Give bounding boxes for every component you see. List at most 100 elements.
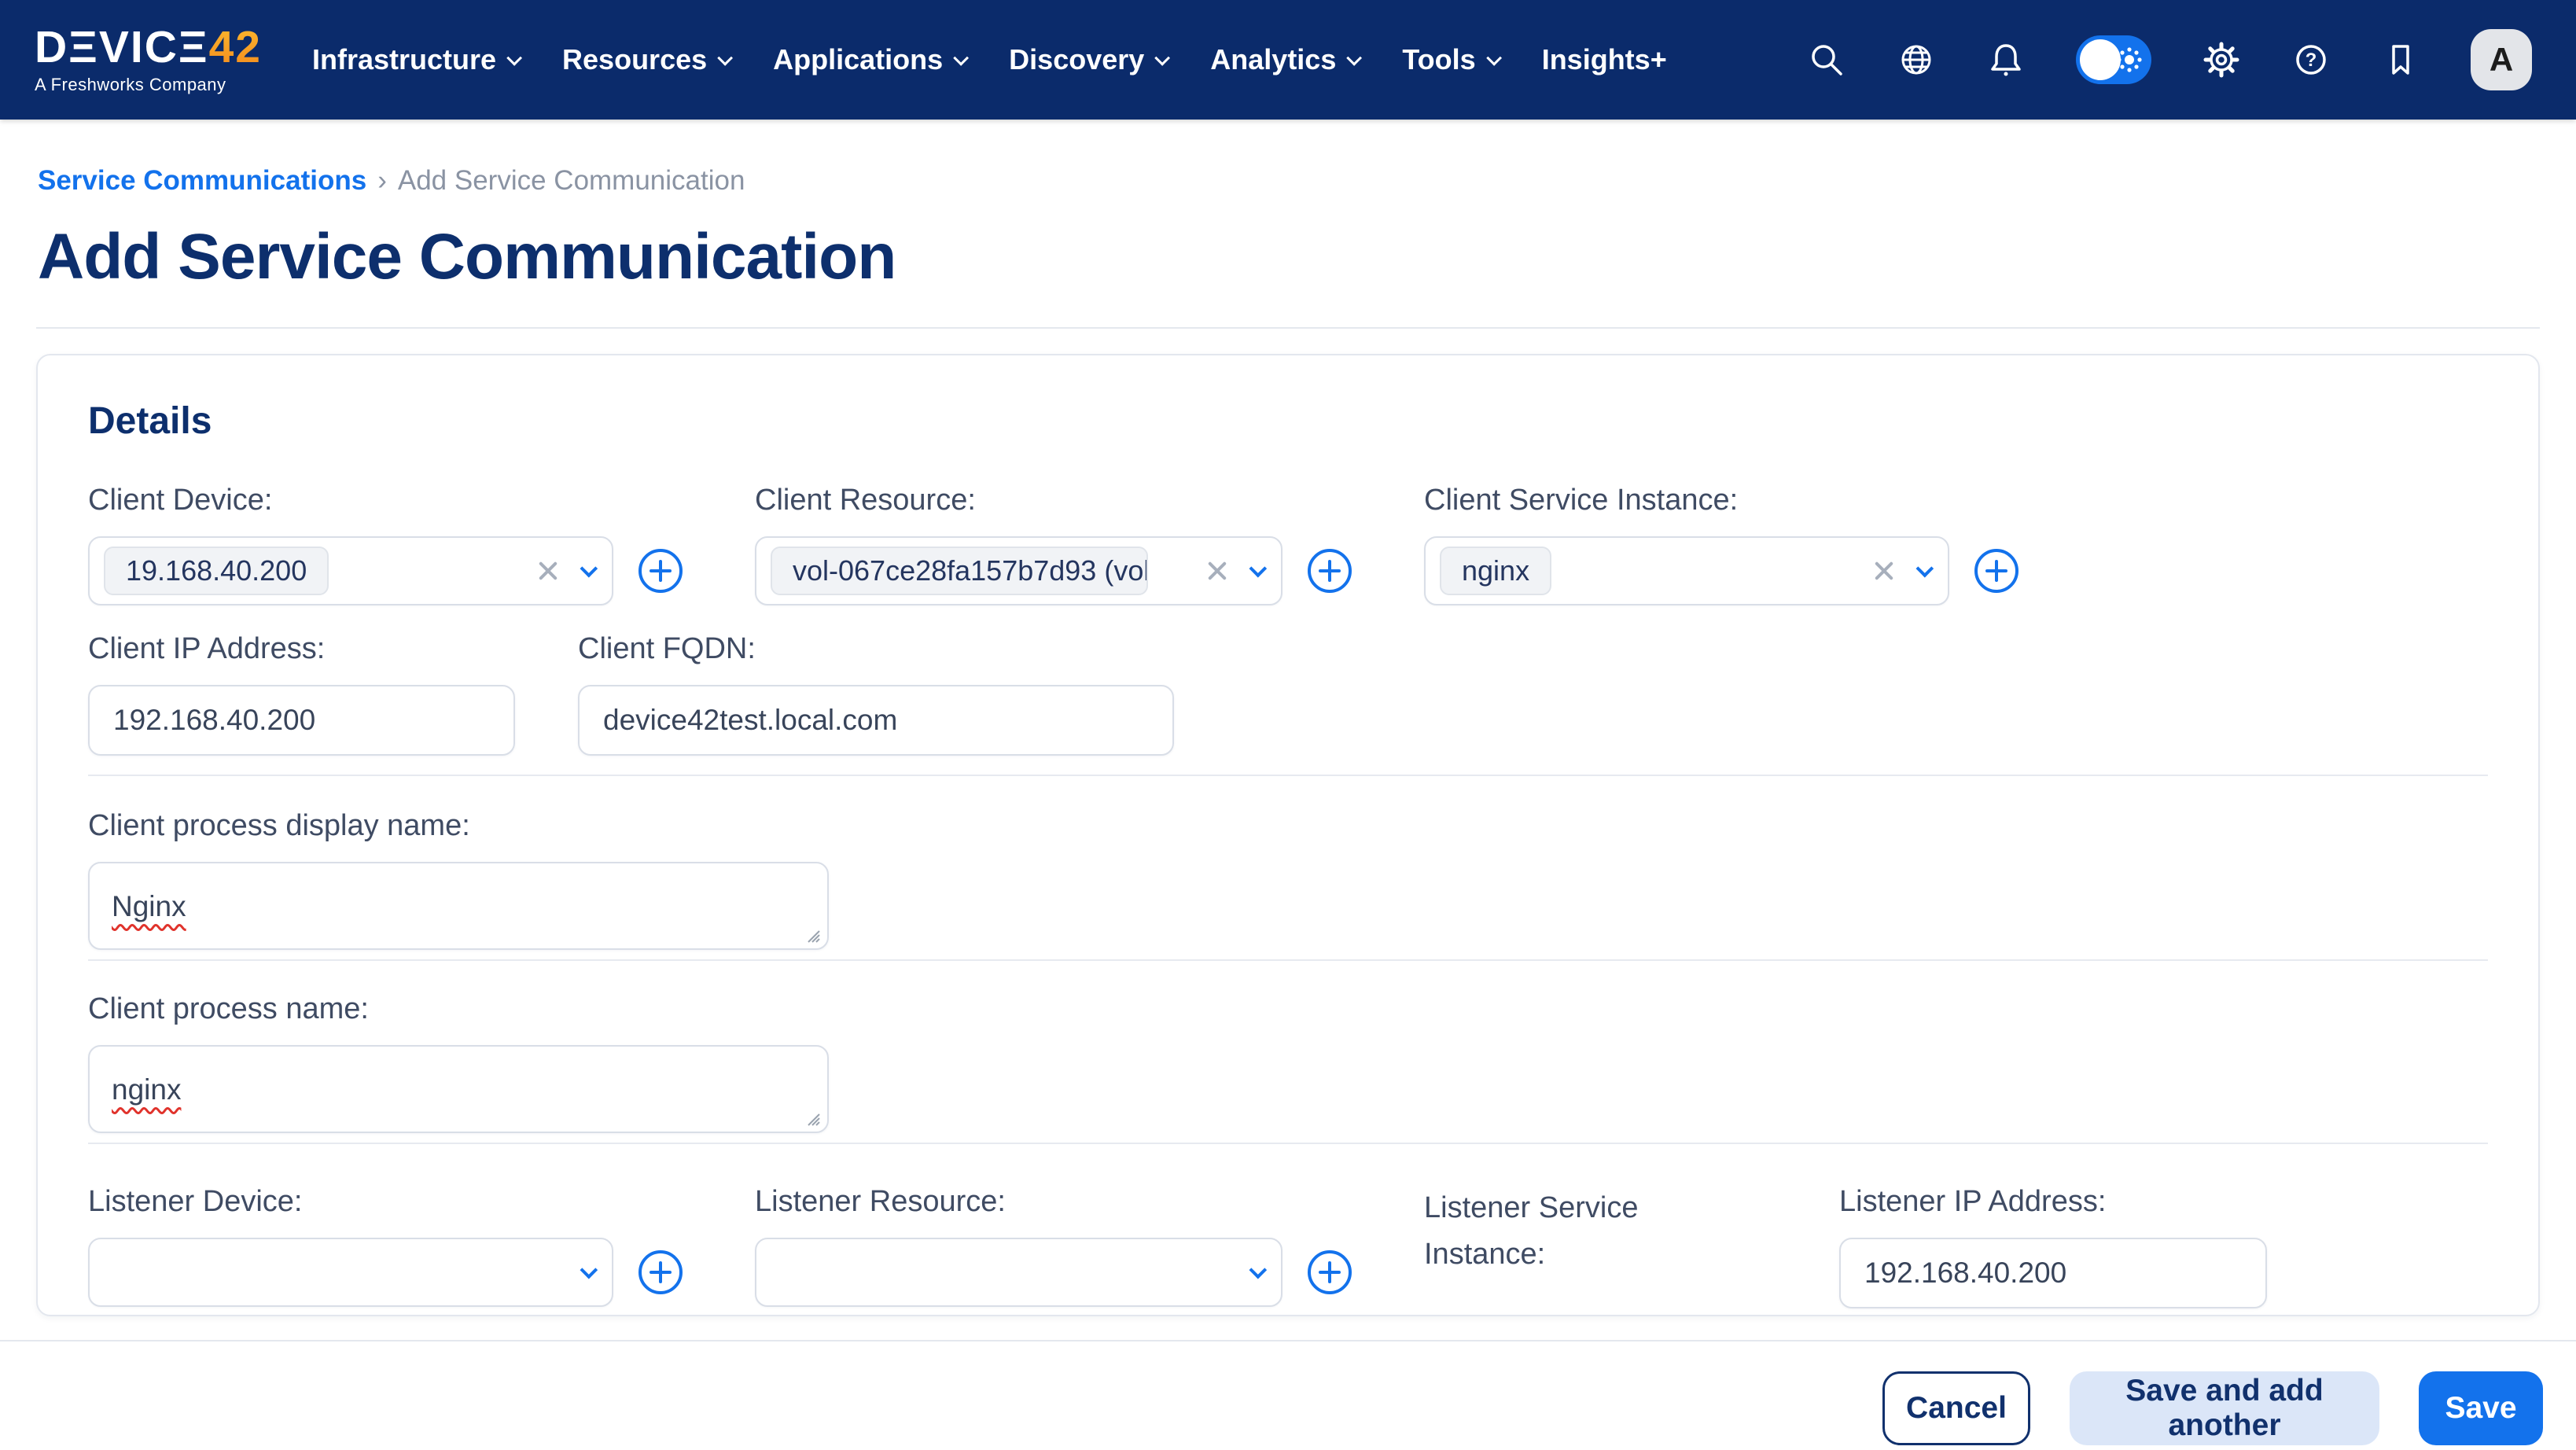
client-device-label: Client Device: bbox=[88, 484, 755, 517]
client-fqdn-label: Client FQDN: bbox=[578, 632, 1174, 666]
client-process-name-field: Client process name: nginx bbox=[88, 992, 2488, 1133]
sun-icon bbox=[2112, 42, 2147, 77]
logo-brand-orange: 42 bbox=[209, 22, 262, 72]
menu-label: Resources bbox=[562, 43, 707, 76]
client-process-display-name-textarea[interactable]: Nginx bbox=[88, 862, 829, 950]
navbar-right-icons: ? A bbox=[1807, 29, 2532, 90]
menu-tools[interactable]: Tools bbox=[1402, 43, 1497, 76]
section-divider bbox=[88, 775, 2488, 776]
add-resource-button[interactable] bbox=[1308, 549, 1352, 593]
menu-resources[interactable]: Resources bbox=[562, 43, 729, 76]
resize-handle[interactable] bbox=[802, 1108, 821, 1127]
client-ip-fqdn-row: Client IP Address: Client FQDN: bbox=[88, 632, 2488, 756]
chevron-down-icon bbox=[1486, 50, 1502, 66]
listener-service-instance-label: Listener Service Instance: bbox=[1424, 1185, 1691, 1278]
client-fqdn-field: Client FQDN: bbox=[578, 632, 1174, 756]
client-ip-field: Client IP Address: bbox=[88, 632, 578, 756]
logo-brand: DΞVICΞ42 bbox=[35, 25, 262, 70]
chevron-down-icon bbox=[717, 50, 733, 66]
logo-tagline: A Freshworks Company bbox=[35, 75, 262, 95]
listener-ip-field: Listener IP Address: bbox=[1839, 1185, 2267, 1316]
save-button[interactable]: Save bbox=[2419, 1371, 2543, 1445]
globe-icon[interactable] bbox=[1897, 40, 1936, 79]
breadcrumb-parent-link[interactable]: Service Communications bbox=[38, 165, 366, 197]
client-selects-row: Client Device: 19.168.40.200 Client Reso… bbox=[88, 484, 2488, 605]
search-icon[interactable] bbox=[1807, 40, 1846, 79]
listener-device-field: Listener Device: bbox=[88, 1185, 755, 1316]
menu-label: Analytics bbox=[1210, 43, 1336, 76]
listener-ip-input[interactable] bbox=[1839, 1238, 2267, 1308]
gear-icon[interactable] bbox=[2202, 40, 2241, 79]
chevron-down-icon bbox=[1155, 50, 1171, 66]
listener-row: Listener Device: Listener Resource: List… bbox=[88, 1185, 2488, 1316]
chevron-down-icon[interactable] bbox=[1249, 560, 1268, 578]
clear-icon[interactable] bbox=[1205, 559, 1229, 583]
client-process-display-name-field: Client process display name: Nginx bbox=[88, 809, 2488, 950]
client-process-display-name-label: Client process display name: bbox=[88, 809, 2488, 843]
client-fqdn-input[interactable] bbox=[578, 685, 1174, 756]
chevron-down-icon bbox=[953, 50, 969, 66]
menu-insights-plus[interactable]: Insights+ bbox=[1542, 43, 1667, 76]
listener-device-label: Listener Device: bbox=[88, 1185, 755, 1219]
menu-infrastructure[interactable]: Infrastructure bbox=[312, 43, 518, 76]
client-service-instance-chip: nginx bbox=[1440, 547, 1551, 595]
menu-label: Tools bbox=[1402, 43, 1475, 76]
device42-logo[interactable]: DΞVICΞ42 A Freshworks Company bbox=[35, 25, 262, 95]
client-device-select[interactable]: 19.168.40.200 bbox=[88, 536, 613, 605]
client-device-field: Client Device: 19.168.40.200 bbox=[88, 484, 755, 605]
footer-actions: Cancel Save and add another Save bbox=[0, 1341, 2576, 1445]
client-process-name-label: Client process name: bbox=[88, 992, 2488, 1026]
menu-applications[interactable]: Applications bbox=[773, 43, 965, 76]
menu-label: Discovery bbox=[1009, 43, 1144, 76]
listener-resource-select[interactable] bbox=[755, 1238, 1282, 1307]
chevron-down-icon[interactable] bbox=[1249, 1261, 1268, 1279]
listener-service-instance-field: Listener Service Instance: - bbox=[1424, 1185, 1839, 1316]
client-service-instance-select[interactable]: nginx bbox=[1424, 536, 1949, 605]
menu-discovery[interactable]: Discovery bbox=[1009, 43, 1166, 76]
client-resource-field: Client Resource: vol-067ce28fa157b7d93 (… bbox=[755, 484, 1424, 605]
add-service-instance-button[interactable] bbox=[1974, 549, 2018, 593]
cancel-button[interactable]: Cancel bbox=[1882, 1371, 2030, 1445]
textarea-value: nginx bbox=[112, 1073, 181, 1106]
listener-device-select[interactable] bbox=[88, 1238, 613, 1307]
client-ip-label: Client IP Address: bbox=[88, 632, 578, 666]
title-divider bbox=[36, 327, 2540, 329]
save-and-add-another-button[interactable]: Save and add another bbox=[2070, 1371, 2379, 1445]
resize-handle[interactable] bbox=[802, 925, 821, 944]
logo-brand-white: DΞVICΞ bbox=[35, 22, 209, 72]
client-service-instance-field: Client Service Instance: nginx bbox=[1424, 484, 2018, 605]
section-divider bbox=[88, 1143, 2488, 1144]
add-listener-device-button[interactable] bbox=[638, 1250, 683, 1294]
menu-analytics[interactable]: Analytics bbox=[1210, 43, 1358, 76]
page-title: Add Service Communication bbox=[38, 220, 2538, 294]
user-avatar[interactable]: A bbox=[2471, 29, 2532, 90]
listener-resource-label: Listener Resource: bbox=[755, 1185, 1424, 1219]
main-menu: Infrastructure Resources Applications Di… bbox=[312, 43, 1667, 76]
client-ip-input[interactable] bbox=[88, 685, 515, 756]
chevron-down-icon bbox=[1347, 50, 1363, 66]
chevron-down-icon[interactable] bbox=[580, 560, 598, 578]
clear-icon[interactable] bbox=[1872, 559, 1896, 583]
client-resource-label: Client Resource: bbox=[755, 484, 1424, 517]
client-resource-select[interactable]: vol-067ce28fa157b7d93 (vol-0... bbox=[755, 536, 1282, 605]
chevron-down-icon[interactable] bbox=[1916, 560, 1934, 578]
client-process-name-textarea[interactable]: nginx bbox=[88, 1045, 829, 1133]
details-heading: Details bbox=[88, 399, 2488, 443]
breadcrumb: Service Communications › Add Service Com… bbox=[38, 165, 2538, 197]
textarea-value: Nginx bbox=[112, 890, 186, 922]
bell-icon[interactable] bbox=[1986, 40, 2026, 79]
top-navbar: DΞVICΞ42 A Freshworks Company Infrastruc… bbox=[0, 0, 2576, 120]
theme-toggle[interactable] bbox=[2076, 35, 2151, 84]
section-divider bbox=[88, 959, 2488, 961]
menu-label: Applications bbox=[773, 43, 943, 76]
details-card: Details Client Device: 19.168.40.200 Cli… bbox=[36, 354, 2540, 1316]
add-device-button[interactable] bbox=[638, 549, 683, 593]
add-listener-resource-button[interactable] bbox=[1308, 1250, 1352, 1294]
menu-label: Infrastructure bbox=[312, 43, 496, 76]
listener-ip-label: Listener IP Address: bbox=[1839, 1185, 2267, 1219]
client-resource-chip: vol-067ce28fa157b7d93 (vol-0... bbox=[771, 547, 1148, 595]
clear-icon[interactable] bbox=[536, 559, 560, 583]
help-icon[interactable]: ? bbox=[2291, 40, 2331, 79]
bookmark-icon[interactable] bbox=[2381, 40, 2420, 79]
chevron-down-icon[interactable] bbox=[580, 1261, 598, 1279]
